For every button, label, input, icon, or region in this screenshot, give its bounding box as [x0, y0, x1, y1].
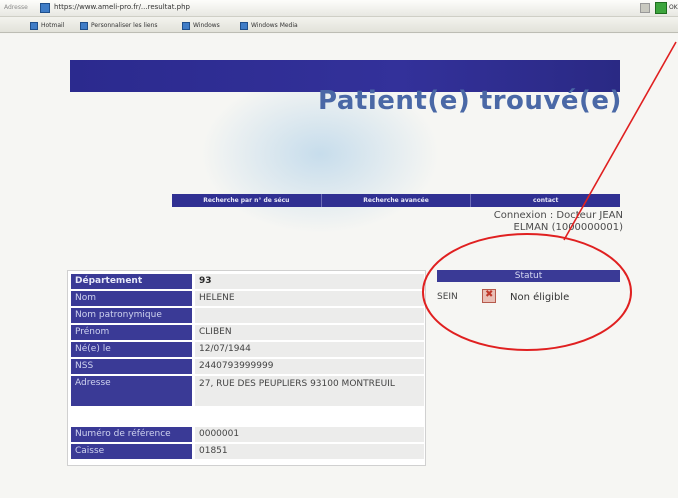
page-content: Patient(e) trouvé(e) Recherche par n° de…	[0, 34, 678, 498]
link-icon	[80, 22, 88, 30]
row-label: Prénom	[71, 325, 192, 340]
row-label: Nom	[71, 291, 192, 306]
row-label: Adresse	[71, 376, 192, 406]
link-icon	[240, 22, 248, 30]
statut-header: Statut	[437, 270, 620, 282]
connexion-line-1: Connexion : Docteur JEAN	[493, 210, 623, 221]
patient-table: Département 93 Nom HELENE Nom patronymiq…	[67, 270, 426, 466]
row-value: 2440793999999	[195, 359, 424, 374]
nav-bar: Recherche par n° de sécu Recherche avanc…	[172, 194, 620, 207]
nav-recherche-secu[interactable]: Recherche par n° de sécu	[172, 194, 322, 207]
links-bar: Hotmail Personnaliser les liens Windows …	[0, 17, 678, 33]
row-value: 01851	[195, 444, 424, 459]
row-label: Caisse	[71, 444, 192, 459]
connexion-line-2: ELMAN (1000000001)	[513, 222, 623, 233]
link-windows[interactable]: Windows	[193, 22, 220, 29]
go-button[interactable]: OK	[669, 4, 678, 11]
statut-type: SEIN	[437, 292, 458, 302]
dropdown-arrow-icon[interactable]	[640, 3, 650, 13]
row-label: Né(e) le	[71, 342, 192, 357]
row-value: CLIBEN	[195, 325, 424, 340]
link-hotmail[interactable]: Hotmail	[41, 22, 64, 29]
row-value: HELENE	[195, 291, 424, 306]
address-bar: Adresse https://www.ameli-pro.fr/...resu…	[0, 0, 678, 17]
row-value: 12/07/1944	[195, 342, 424, 357]
row-label: NSS	[71, 359, 192, 374]
row-label: Département	[71, 274, 192, 289]
link-windows-media[interactable]: Windows Media	[251, 22, 298, 29]
link-icon	[30, 22, 38, 30]
row-label: Numéro de référence	[71, 427, 192, 442]
row-value: 93	[195, 274, 424, 289]
connexion-info: Connexion : Docteur JEAN ELMAN (10000000…	[380, 210, 623, 234]
row-label: Nom patronymique	[71, 308, 192, 323]
page-title: Patient(e) trouvé(e)	[318, 86, 622, 116]
link-personnaliser[interactable]: Personnaliser les liens	[91, 22, 158, 29]
favicon-icon	[40, 3, 50, 13]
address-label: Adresse	[4, 4, 28, 11]
go-arrow-icon[interactable]	[655, 2, 667, 14]
nav-recherche-avancee[interactable]: Recherche avancée	[322, 194, 472, 207]
browser-window: Adresse https://www.ameli-pro.fr/...resu…	[0, 0, 678, 498]
url-field[interactable]: https://www.ameli-pro.fr/...resultat.php	[54, 3, 190, 11]
row-value: 27, RUE DES PEUPLIERS 93100 MONTREUIL	[195, 376, 424, 406]
nav-contact[interactable]: contact	[471, 194, 620, 207]
statut-value: Non éligible	[510, 292, 570, 303]
link-icon	[182, 22, 190, 30]
row-value	[195, 308, 424, 323]
cross-icon	[482, 289, 496, 303]
row-value: 0000001	[195, 427, 424, 442]
